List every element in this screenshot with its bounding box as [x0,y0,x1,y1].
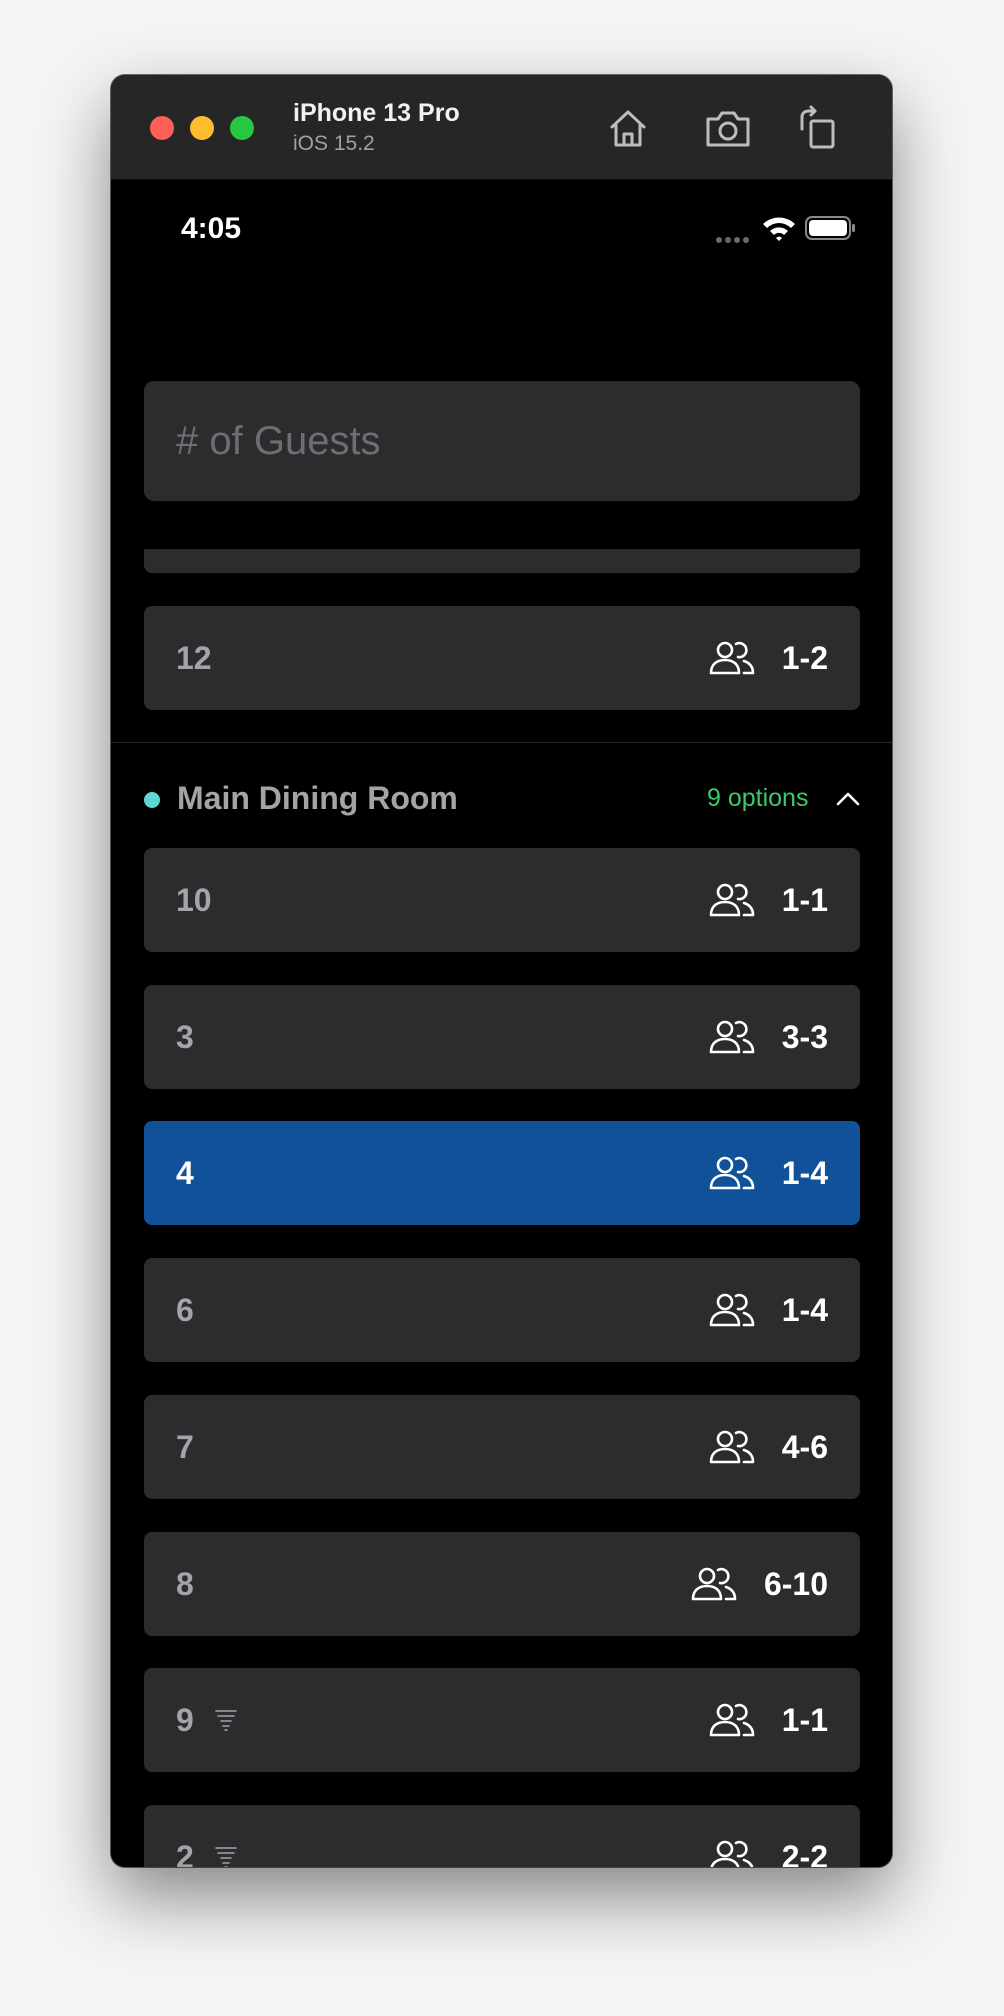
section-options-count[interactable]: 9 options [707,784,808,813]
screenshot-icon [706,111,750,147]
table-number: 9 [176,1702,194,1738]
table-row-selected[interactable]: 4 1-4 [144,1121,860,1225]
people-icon [709,1020,755,1054]
capacity-range: 1-4 [781,1291,828,1328]
home-icon [610,110,646,147]
screenshot-button[interactable] [703,103,753,153]
list-item-clipped[interactable] [144,549,860,573]
capacity-range: 1-2 [781,639,828,676]
capacity-range: 4-6 [781,1428,828,1465]
rotate-icon [800,105,835,149]
section-status-dot [144,792,160,808]
device-name: iPhone 13 Pro [293,99,460,127]
table-number: 8 [176,1566,194,1602]
table-number: 6 [176,1292,194,1328]
table-number: 4 [176,1155,194,1191]
people-icon [709,883,755,917]
rotate-button[interactable] [793,103,843,153]
table-number: 3 [176,1019,194,1055]
guests-count-input[interactable] [144,381,860,501]
home-button[interactable] [603,103,653,153]
people-icon [709,641,755,675]
table-number: 12 [176,640,212,676]
device-os-version: iOS 15.2 [293,132,375,155]
zoom-window-button[interactable] [230,116,254,140]
people-icon [691,1567,737,1601]
wifi-icon [763,217,795,241]
people-icon [709,1293,755,1327]
minimize-window-button[interactable] [190,116,214,140]
cellular-signal-icon [716,237,749,243]
section-divider [111,742,892,743]
table-number: 2 [176,1839,194,1867]
table-row[interactable]: 3 3-3 [144,985,860,1089]
table-number: 10 [176,882,212,918]
table-row[interactable]: 10 1-1 [144,848,860,952]
table-row[interactable]: 12 1-2 [144,606,860,710]
close-window-button[interactable] [150,116,174,140]
device-screen: 4:05 12 [111,180,892,1867]
capacity-range: 1-1 [781,881,828,918]
table-row[interactable]: 9 1-1 [144,1668,860,1772]
capacity-range: 3-3 [781,1018,828,1055]
table-row[interactable]: 8 6-10 [144,1532,860,1636]
section-title: Main Dining Room [177,780,458,816]
battery-icon [805,216,855,240]
people-icon [709,1703,755,1737]
table-row[interactable]: 6 1-4 [144,1258,860,1362]
simulator-window: iPhone 13 Pro iOS 15.2 4:05 # of Guests … [111,75,892,1867]
chevron-up-icon[interactable] [835,790,861,808]
table-number: 7 [176,1429,194,1465]
capacity-range: 2-2 [781,1838,828,1868]
people-icon [709,1430,755,1464]
capacity-range: 6-10 [763,1565,828,1602]
capacity-range: 1-1 [781,1701,828,1738]
status-time: 4:05 [181,212,242,245]
capacity-range: 1-4 [781,1154,828,1191]
table-row[interactable]: 2 2-2 [144,1805,860,1867]
simulator-titlebar: iPhone 13 Pro iOS 15.2 [111,75,892,180]
tornado-icon [215,1847,237,1867]
people-icon [709,1156,755,1190]
table-row[interactable]: 7 4-6 [144,1395,860,1499]
tornado-icon [215,1710,237,1731]
people-icon [710,1840,754,1867]
